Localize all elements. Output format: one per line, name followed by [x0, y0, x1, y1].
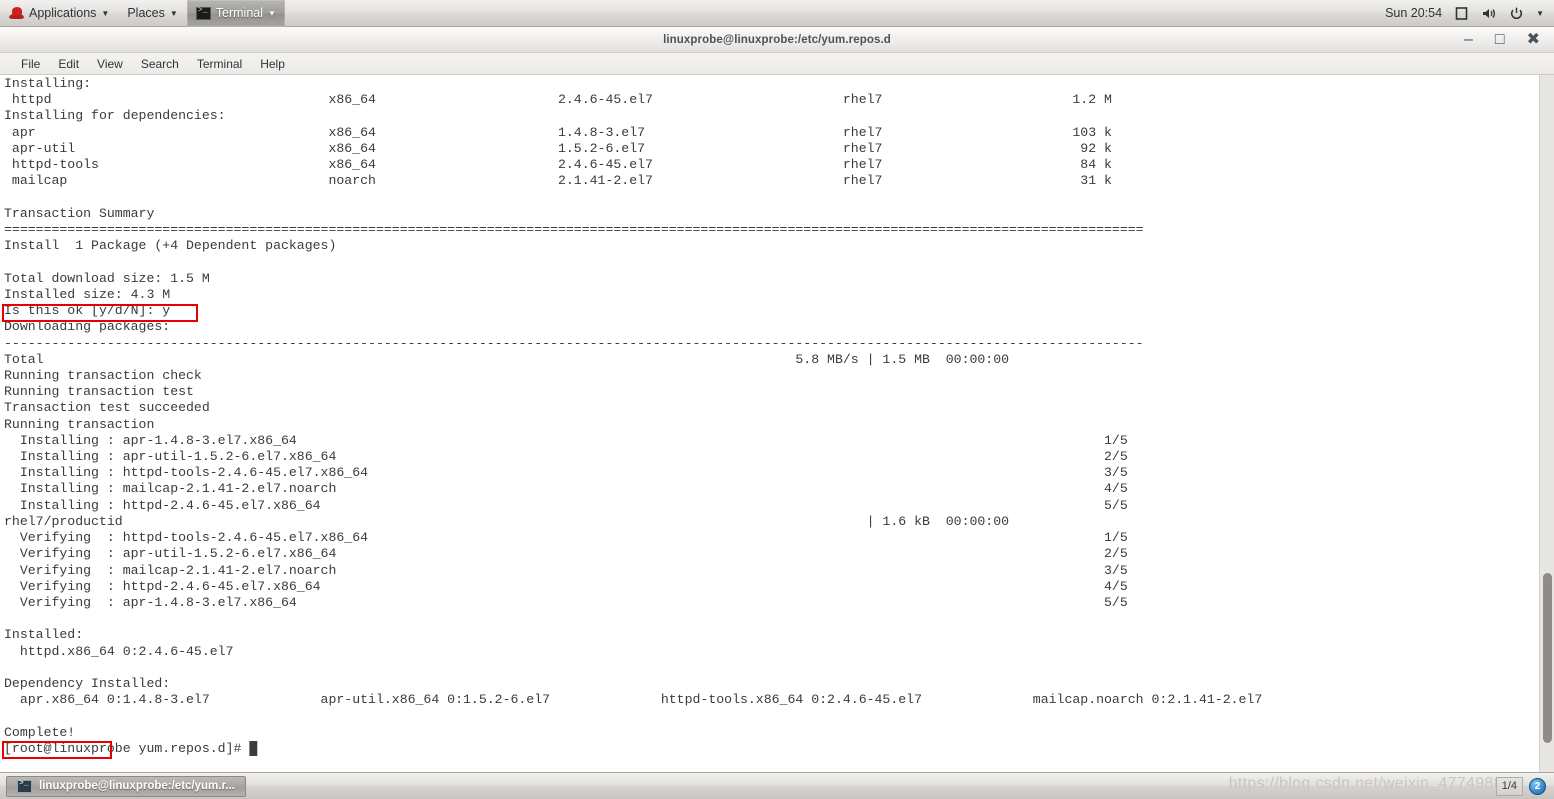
terminal-line: apr.x86_64 0:1.4.8-3.el7 apr-util.x86_64… [4, 692, 1263, 708]
terminal-line: Is this ok [y/d/N]: y [4, 303, 171, 319]
terminal-line: apr x86_64 1.4.8-3.el7 rhel7 103 k [4, 124, 1112, 140]
terminal-line: Dependency Installed: [4, 676, 171, 692]
clock[interactable]: Sun 20:54 [1385, 6, 1442, 20]
terminal-line: httpd x86_64 2.4.6-45.el7 rhel7 1.2 M [4, 92, 1112, 108]
menu-help[interactable]: Help [251, 53, 294, 75]
taskbar-item-terminal[interactable]: linuxprobe@linuxprobe:/etc/yum.r... [6, 775, 246, 797]
window-title-bar[interactable]: linuxprobe@linuxprobe:/etc/yum.repos.d –… [0, 27, 1554, 53]
taskbar-item-label: linuxprobe@linuxprobe:/etc/yum.r... [39, 780, 235, 792]
terminal-line: Verifying : httpd-2.4.6-45.el7.x86_64 4/… [4, 578, 1128, 594]
window-title: linuxprobe@linuxprobe:/etc/yum.repos.d [663, 33, 891, 46]
menu-search[interactable]: Search [132, 53, 188, 75]
menu-bar: File Edit View Search Terminal Help [0, 53, 1554, 75]
terminal-line: Verifying : httpd-tools-2.4.6-45.el7.x86… [4, 530, 1128, 546]
terminal-line: httpd.x86_64 0:2.4.6-45.el7 [4, 643, 234, 659]
menu-file[interactable]: File [12, 53, 49, 75]
terminal-line: mailcap noarch 2.1.41-2.el7 rhel7 31 k [4, 173, 1112, 189]
chevron-down-icon: ▼ [169, 9, 178, 18]
terminal-icon [195, 6, 211, 20]
panel-status-area: Sun 20:54 ▼ [1385, 6, 1554, 21]
terminal-line: Verifying : mailcap-2.1.41-2.el7.noarch … [4, 562, 1128, 578]
terminal-line: rhel7/productid | 1.6 kB 00:00:00 [4, 513, 1010, 529]
window-menu-label: Terminal [215, 6, 264, 20]
terminal-line: Installing : mailcap-2.1.41-2.el7.noarch… [4, 481, 1128, 497]
watermark-text: https://blog.csdn.net/weixin_47749881 [1228, 775, 1512, 792]
window-menu-terminal[interactable]: Terminal ▼ [186, 0, 285, 27]
minimize-button[interactable]: – [1464, 32, 1473, 48]
maximize-button[interactable]: □ [1495, 32, 1505, 48]
places-menu-label: Places [127, 6, 165, 20]
volume-icon[interactable] [1481, 6, 1497, 21]
menu-terminal[interactable]: Terminal [188, 53, 251, 75]
bottom-panel: linuxprobe@linuxprobe:/etc/yum.r... http… [0, 772, 1554, 799]
close-button[interactable]: ✖ [1527, 32, 1540, 48]
terminal-line: Total 5.8 MB/s | 1.5 MB 00:00:00 [4, 351, 1010, 367]
places-menu[interactable]: Places ▼ [118, 0, 186, 27]
menu-view[interactable]: View [88, 53, 132, 75]
terminal-line: Installing: [4, 76, 92, 91]
scrollbar-thumb[interactable] [1543, 573, 1552, 743]
terminal-line: Installing : httpd-2.4.6-45.el7.x86_64 5… [4, 497, 1128, 513]
window-controls: – □ ✖ [1464, 27, 1540, 53]
terminal-line: Verifying : apr-util-1.5.2-6.el7.x86_64 … [4, 546, 1128, 562]
terminal-line: Installed size: 4.3 M [4, 286, 171, 302]
terminal-line: Downloading packages: [4, 319, 171, 335]
terminal-icon [17, 779, 32, 793]
applications-menu[interactable]: Applications ▼ [0, 0, 118, 27]
terminal-line: Installing : httpd-tools-2.4.6-45.el7.x8… [4, 465, 1128, 481]
terminal-output[interactable]: Installing: httpd x86_64 2.4.6-45.el7 rh… [0, 75, 1524, 772]
terminal-line: ========================================… [4, 221, 1144, 237]
trash-icon[interactable]: 2 [1529, 777, 1546, 795]
terminal-line: Total download size: 1.5 M [4, 270, 210, 286]
terminal-line: Installed: [4, 627, 84, 643]
applications-menu-label: Applications [29, 6, 97, 20]
terminal-line: Installing for dependencies: [4, 108, 226, 124]
menu-edit[interactable]: Edit [49, 53, 88, 75]
terminal-line: ----------------------------------------… [4, 335, 1144, 351]
terminal-line: Transaction Summary [4, 205, 155, 221]
terminal-line: Running transaction test [4, 384, 194, 400]
display-icon[interactable] [1454, 6, 1469, 21]
terminal-line: Running transaction [4, 416, 155, 432]
workspace-switcher[interactable]: 1/4 [1495, 776, 1523, 796]
terminal-line: Transaction test succeeded [4, 400, 210, 416]
chevron-down-icon: ▼ [268, 9, 276, 18]
terminal-line: httpd-tools x86_64 2.4.6-45.el7 rhel7 84… [4, 157, 1112, 173]
terminal-line: apr-util x86_64 1.5.2-6.el7 rhel7 92 k [4, 140, 1112, 156]
terminal-line: [root@linuxprobe yum.repos.d]# █ [4, 740, 258, 756]
terminal-line: Verifying : apr-1.4.8-3.el7.x86_64 5/5 [4, 595, 1128, 610]
terminal-line: Installing : apr-1.4.8-3.el7.x86_64 1/5 [4, 432, 1128, 448]
terminal-line: Install 1 Package (+4 Dependent packages… [4, 238, 337, 254]
fedora-logo-icon [9, 6, 24, 20]
terminal-body[interactable]: Installing: httpd x86_64 2.4.6-45.el7 rh… [0, 75, 1554, 772]
terminal-scrollbar[interactable] [1539, 75, 1554, 772]
terminal-line: Installing : apr-util-1.5.2-6.el7.x86_64… [4, 449, 1128, 465]
top-panel: Applications ▼ Places ▼ Terminal ▼ Sun 2… [0, 0, 1554, 27]
chevron-down-icon[interactable]: ▼ [1536, 10, 1544, 18]
terminal-window: linuxprobe@linuxprobe:/etc/yum.repos.d –… [0, 27, 1554, 772]
terminal-line: Complete! [4, 724, 76, 740]
terminal-line: Running transaction check [4, 367, 202, 383]
chevron-down-icon: ▼ [101, 9, 110, 18]
power-icon[interactable] [1509, 6, 1524, 21]
